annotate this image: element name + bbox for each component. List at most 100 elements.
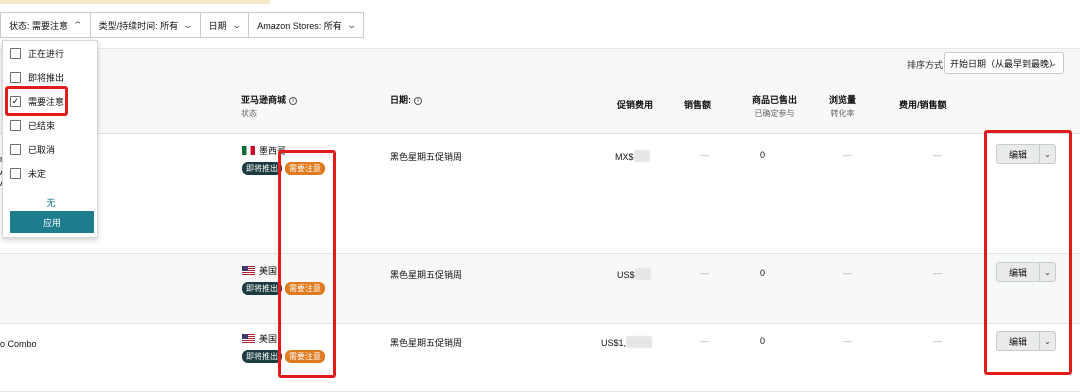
chevron-down-icon: ⌄: [182, 19, 194, 30]
column-sales: 销售额: [684, 100, 712, 110]
checkbox[interactable]: [10, 48, 21, 59]
row-title-fragment: o Combo: [0, 339, 37, 349]
column-status-label: 状态: [241, 109, 257, 118]
status-option-cancelled[interactable]: 已取消: [10, 143, 55, 156]
edit-button-group: 编辑 ⌄: [996, 262, 1056, 282]
column-date: 日期: i: [390, 93, 422, 106]
table-row: m A A 墨西哥 即将推出 需要注意 黑色星期五促销周 MX$ — 0 — —…: [0, 134, 1080, 254]
type-filter-label: 类型/持续时间: 所有: [98, 20, 179, 31]
redacted-value: [633, 150, 650, 162]
filter-bar: 状态: 需要注意 ⌃ 类型/持续时间: 所有 ⌄ 日期 ⌄ Amazon Sto…: [0, 12, 365, 40]
option-label: 已取消: [28, 145, 56, 155]
units-cell: 0: [760, 150, 766, 160]
edit-button-group: 编辑 ⌄: [996, 331, 1056, 351]
date-cell: 黑色星期五促销周: [390, 152, 463, 162]
option-label: 未定: [28, 169, 47, 179]
status-option-upcoming[interactable]: 即将推出: [10, 71, 64, 84]
checkbox-checked[interactable]: ✓: [10, 96, 21, 107]
date-cell: 黑色星期五促销周: [390, 338, 463, 348]
column-units-label: 商品已售出: [752, 95, 798, 105]
column-store: 亚马逊商城 i 状态: [241, 93, 298, 119]
stores-filter-label: Amazon Stores: 所有: [257, 20, 342, 31]
status-filter-label: 状态: 需要注意: [9, 20, 69, 31]
option-label: 需要注意: [28, 97, 65, 107]
edit-menu-chevron-icon[interactable]: ⌄: [1040, 144, 1056, 164]
date-filter-label: 日期: [208, 20, 227, 31]
column-views-label: 浏览量: [829, 95, 857, 105]
checkbox[interactable]: [10, 72, 21, 83]
option-label: 即将推出: [28, 73, 65, 83]
upcoming-badge: 即将推出: [242, 282, 282, 295]
top-accent-bar: [0, 0, 1080, 4]
status-option-ended[interactable]: 已结束: [10, 119, 55, 132]
sales-cell: —: [700, 150, 709, 160]
attention-badge: 需要注意: [285, 350, 325, 363]
edit-button[interactable]: 编辑: [996, 144, 1040, 164]
status-dropdown: 正在进行 即将推出 ✓ 需要注意 已结束 已取消 未定 无 应用: [2, 40, 98, 238]
table-row: o Combo 美国 即将推出 需要注意 黑色星期五促销周 US$1, — 0 …: [0, 324, 1080, 392]
views-cell: —: [843, 150, 852, 160]
date-cell: 黑色星期五促销周: [390, 270, 463, 280]
country-name: 美国: [259, 266, 278, 276]
chevron-down-icon: ⌄: [1047, 58, 1059, 68]
views-cell: —: [843, 336, 852, 346]
status-option-needs-attention[interactable]: ✓ 需要注意: [10, 95, 64, 108]
store-cell: 美国 即将推出 需要注意: [242, 332, 325, 363]
column-promo-fee: 促销费用: [617, 100, 654, 110]
apply-button[interactable]: 应用: [10, 211, 94, 233]
clear-selection-link[interactable]: 无: [3, 196, 99, 209]
fee-ratio-cell: —: [933, 150, 942, 160]
checkbox[interactable]: [10, 120, 21, 131]
sales-cell: —: [700, 336, 709, 346]
column-views: 浏览量 转化率: [829, 93, 856, 119]
mexico-flag-icon: [242, 146, 255, 155]
status-option-ongoing[interactable]: 正在进行: [10, 47, 64, 60]
sort-label: 排序方式: [907, 60, 944, 70]
edit-menu-chevron-icon[interactable]: ⌄: [1040, 262, 1056, 282]
column-date-label: 日期:: [390, 95, 411, 105]
sort-value: 开始日期（从最早到最晚）: [950, 58, 1059, 69]
table-row: 美国 即将推出 需要注意 黑色星期五促销周 US$ — 0 — — 编辑 ⌄: [0, 254, 1080, 324]
option-label: 正在进行: [28, 49, 65, 59]
sort-select[interactable]: 开始日期（从最早到最晚） ⌄: [944, 52, 1064, 74]
edit-button-group: 编辑 ⌄: [996, 144, 1056, 164]
store-cell: 墨西哥 即将推出 需要注意: [242, 144, 325, 175]
amazon-stores-filter[interactable]: Amazon Stores: 所有 ⌄: [248, 12, 365, 38]
checkbox[interactable]: [10, 144, 21, 155]
promo-fee-cell: US$1,: [601, 336, 653, 348]
country-name: 墨西哥: [259, 146, 287, 156]
type-duration-filter[interactable]: 类型/持续时间: 所有 ⌄: [89, 12, 200, 38]
column-store-label: 亚马逊商城: [241, 95, 287, 105]
info-icon[interactable]: i: [414, 97, 422, 105]
date-filter[interactable]: 日期 ⌄: [199, 12, 249, 38]
promo-fee-value: US$1,: [601, 338, 627, 348]
fee-ratio-cell: —: [933, 336, 942, 346]
units-cell: 0: [760, 336, 766, 346]
upcoming-badge: 即将推出: [242, 162, 282, 175]
edit-button[interactable]: 编辑: [996, 331, 1040, 351]
chevron-down-icon: ⌄: [346, 19, 357, 30]
info-icon[interactable]: i: [289, 97, 298, 105]
us-flag-icon: [242, 334, 255, 343]
edit-button[interactable]: 编辑: [996, 262, 1040, 282]
checkbox[interactable]: [10, 168, 21, 179]
sales-cell: —: [700, 268, 709, 278]
column-units-sold: 商品已售出 已确定参与: [752, 93, 797, 119]
column-fee-ratio: 费用/销售额: [899, 100, 947, 110]
views-cell: —: [843, 268, 852, 278]
attention-badge: 需要注意: [285, 162, 325, 175]
chevron-down-icon: ⌄: [231, 19, 242, 30]
column-views-sub: 转化率: [830, 109, 855, 118]
edit-menu-chevron-icon[interactable]: ⌄: [1040, 331, 1056, 351]
promo-fee-value: US$: [617, 270, 635, 280]
status-filter[interactable]: 状态: 需要注意 ⌃: [0, 12, 90, 38]
promo-fee-value: MX$: [615, 152, 634, 162]
fee-ratio-cell: —: [933, 268, 942, 278]
units-cell: 0: [760, 268, 766, 278]
redacted-value: [626, 336, 653, 348]
store-cell: 美国 即将推出 需要注意: [242, 264, 325, 295]
option-label: 已结束: [28, 121, 56, 131]
us-flag-icon: [242, 266, 255, 275]
promo-fee-cell: US$: [617, 268, 651, 280]
status-option-undecided[interactable]: 未定: [10, 167, 46, 180]
